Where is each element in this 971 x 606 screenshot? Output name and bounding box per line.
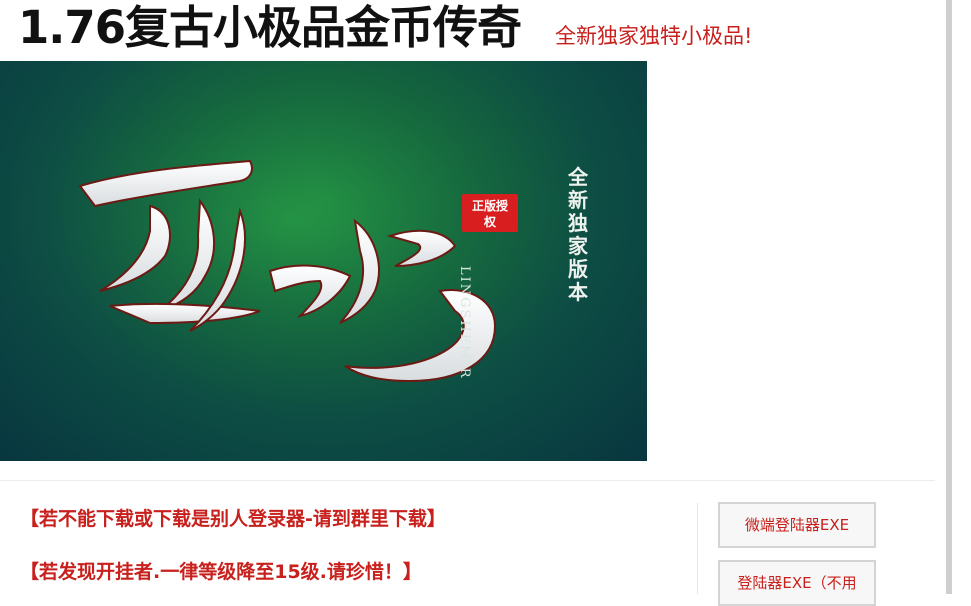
section-divider bbox=[0, 480, 935, 481]
seal-text: 正版授权 bbox=[472, 199, 509, 229]
column-divider bbox=[697, 503, 698, 594]
notice-anti-cheat: 【若发现开挂者.一律等级降至15级.请珍惜！】 bbox=[20, 561, 422, 583]
banner-artwork bbox=[0, 61, 647, 461]
page-header: 1.76复古小极品金币传奇 全新独家独特小极品! bbox=[0, 0, 940, 60]
micro-launcher-download-button[interactable]: 微端登陆器EXE bbox=[718, 502, 876, 548]
page-scrollbar[interactable] bbox=[946, 0, 952, 594]
vertical-tag: 全新独家版本 bbox=[568, 165, 588, 304]
launcher-download-button[interactable]: 登陆器EXE（不用 bbox=[718, 560, 876, 606]
notice-download: 【若不能下载或下载是别人登录器-请到群里下载】 bbox=[20, 508, 446, 530]
game-banner-image: 正版授权 LINGSHEMIR 全新独家版本 bbox=[0, 61, 647, 461]
latin-name: LINGSHEMIR bbox=[457, 266, 472, 380]
page-subtitle: 全新独家独特小极品! bbox=[555, 24, 753, 48]
page-title: 1.76复古小极品金币传奇 bbox=[18, 1, 522, 54]
